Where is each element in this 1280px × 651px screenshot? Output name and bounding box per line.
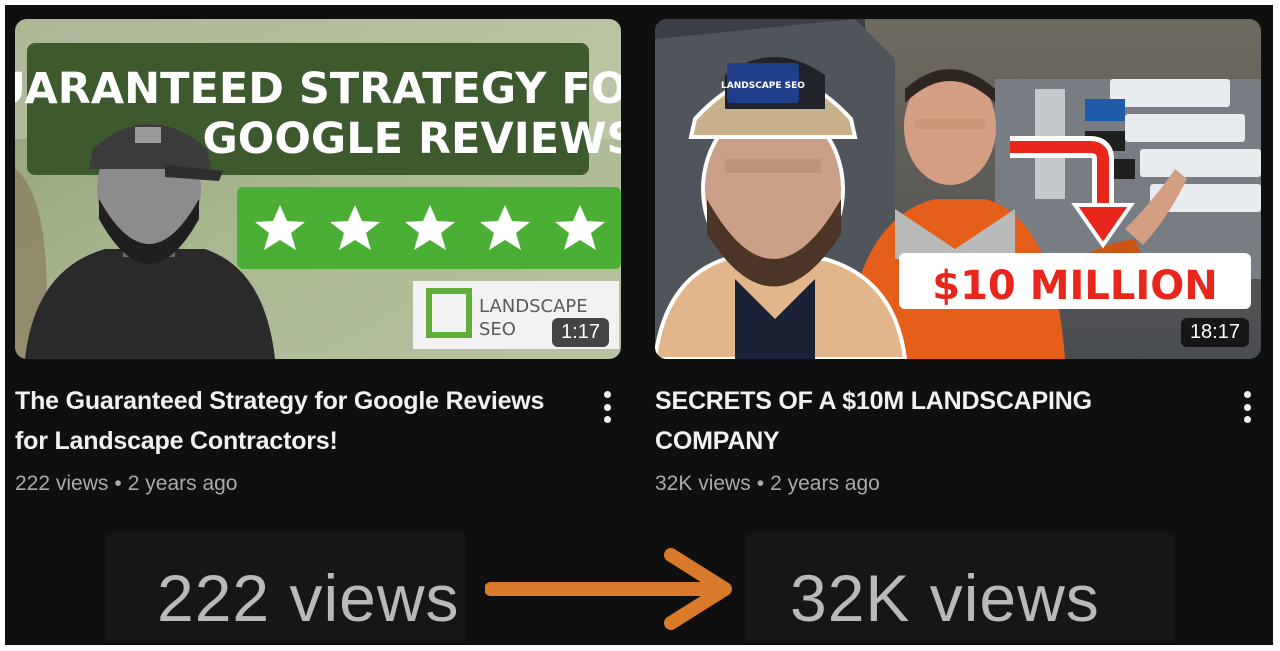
- more-actions-button[interactable]: [1237, 389, 1257, 425]
- meta-separator: •: [756, 472, 765, 495]
- upload-age: 2 years ago: [127, 472, 238, 495]
- thumbnail-overlay-text: $10 MILLION: [932, 263, 1217, 309]
- more-actions-button[interactable]: [597, 389, 617, 425]
- meta-separator: •: [114, 472, 122, 495]
- thumbnail-headline-2: GOOGLE REVIEWS: [203, 114, 621, 164]
- vertical-ellipsis-icon: [1243, 391, 1251, 398]
- thumbnail-headline-1: GUARANTEED STRATEGY FOR: [15, 64, 621, 114]
- cap-logo-text: LANDSCAPE SEO: [721, 81, 805, 91]
- video-meta: SECRETS OF A $10M LANDSCAPING COMPANY 32…: [655, 381, 1261, 496]
- video-meta: The Guaranteed Strategy for Google Revie…: [15, 381, 621, 496]
- video-thumbnail[interactable]: GUARANTEED STRATEGY FOR GOOGLE REVIEWS: [15, 19, 621, 359]
- upload-age: 2 years ago: [770, 472, 880, 495]
- views-comparison: 222 views 32K views: [105, 525, 1175, 645]
- video-stats: 32K views • 2 years ago: [655, 472, 1217, 496]
- comparison-from-views: 222 views: [157, 561, 460, 635]
- video-stats: 222 views • 2 years ago: [15, 472, 577, 496]
- video-duration: 1:17: [552, 318, 609, 347]
- video-title[interactable]: SECRETS OF A $10M LANDSCAPING COMPANY: [655, 381, 1217, 461]
- right-arrow-icon: [485, 548, 732, 630]
- logo-text-1: LANDSCAPE: [479, 296, 588, 317]
- video-title[interactable]: The Guaranteed Strategy for Google Revie…: [15, 381, 577, 461]
- video-card-google-reviews[interactable]: GUARANTEED STRATEGY FOR GOOGLE REVIEWS: [15, 19, 621, 496]
- view-count: 32K views: [655, 472, 751, 495]
- video-card-10m-company[interactable]: LANDSCAPE SEO $10 MILLION 18:17 SECRETS …: [655, 19, 1261, 496]
- video-grid: GUARANTEED STRATEGY FOR GOOGLE REVIEWS: [5, 5, 1273, 645]
- logo-text-2: SEO: [479, 319, 516, 340]
- comparison-to-views: 32K views: [790, 561, 1100, 635]
- video-thumbnail[interactable]: LANDSCAPE SEO $10 MILLION 18:17: [655, 19, 1261, 359]
- view-count: 222 views: [15, 472, 109, 495]
- vertical-ellipsis-icon: [603, 391, 611, 398]
- thumbnail-art: LANDSCAPE SEO $10 MILLION: [655, 19, 1261, 359]
- thumbnail-art: GUARANTEED STRATEGY FOR GOOGLE REVIEWS: [15, 19, 621, 359]
- video-duration: 18:17: [1180, 318, 1249, 347]
